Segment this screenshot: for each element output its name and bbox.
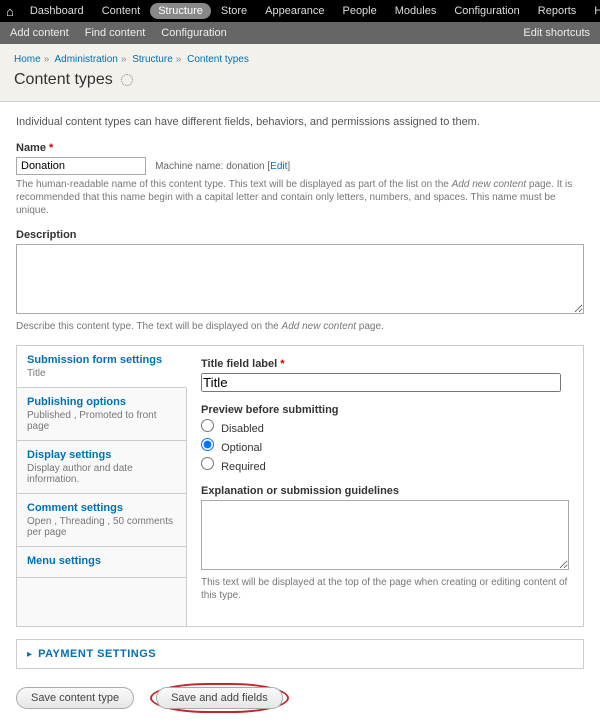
form-actions: Save content type Save and add fields bbox=[16, 683, 584, 713]
preview-before-submitting: Preview before submitting Disabled Optio… bbox=[201, 404, 569, 473]
menu-people[interactable]: People bbox=[334, 3, 384, 19]
description-field: Description Describe this content type. … bbox=[16, 229, 584, 333]
tab-title: Publishing options bbox=[27, 396, 176, 408]
menu-configuration[interactable]: Configuration bbox=[446, 3, 527, 19]
menu-appearance[interactable]: Appearance bbox=[257, 3, 332, 19]
name-help: The human-readable name of this content … bbox=[16, 178, 584, 217]
shortcut-configuration[interactable]: Configuration bbox=[161, 27, 226, 39]
tab-comment-settings[interactable]: Comment settings Open , Threading , 50 c… bbox=[17, 494, 186, 547]
edit-shortcuts-link[interactable]: Edit shortcuts bbox=[523, 27, 590, 39]
shortcut-links: Add content Find content Configuration bbox=[10, 27, 523, 39]
page-title-text: Content types bbox=[14, 71, 113, 89]
preview-option-disabled[interactable]: Disabled bbox=[201, 419, 569, 435]
name-field: Name * Machine name: donation [Edit] The… bbox=[16, 142, 584, 217]
tab-summary: Title bbox=[27, 368, 176, 379]
title-field-label: Title field label * bbox=[201, 358, 569, 370]
caret-right-icon: ▸ bbox=[27, 649, 32, 660]
breadcrumb: Home» Administration» Structure» Content… bbox=[14, 54, 586, 65]
name-label: Name * bbox=[16, 142, 584, 154]
preview-options: Disabled Optional Required bbox=[201, 419, 569, 473]
description-help: Describe this content type. The text wil… bbox=[16, 320, 584, 333]
toolbar-menu: Dashboard Content Structure Store Appear… bbox=[22, 3, 600, 19]
gear-icon[interactable] bbox=[121, 74, 133, 86]
page-title: Content types bbox=[14, 71, 586, 89]
payment-settings-fieldset[interactable]: ▸ PAYMENT SETTINGS bbox=[16, 639, 584, 669]
guidelines-input[interactable] bbox=[201, 500, 569, 570]
vertical-tabs-list: Submission form settings Title Publishin… bbox=[17, 346, 187, 626]
menu-reports[interactable]: Reports bbox=[530, 3, 585, 19]
shortcut-bar: Add content Find content Configuration E… bbox=[0, 22, 600, 44]
description-label: Description bbox=[16, 229, 584, 241]
shortcut-find-content[interactable]: Find content bbox=[85, 27, 146, 39]
title-field-label-item: Title field label * bbox=[201, 358, 569, 392]
preview-option-required[interactable]: Required bbox=[201, 457, 569, 473]
tab-submission-form-settings[interactable]: Submission form settings Title bbox=[17, 346, 187, 388]
guidelines-label: Explanation or submission guidelines bbox=[201, 485, 569, 497]
save-content-type-button[interactable]: Save content type bbox=[16, 687, 134, 709]
save-and-add-fields-button[interactable]: Save and add fields bbox=[156, 687, 283, 709]
guidelines-help: This text will be displayed at the top o… bbox=[201, 576, 569, 602]
tab-summary: Open , Threading , 50 comments per page bbox=[27, 516, 176, 538]
tab-title: Submission form settings bbox=[27, 354, 176, 366]
tab-menu-settings[interactable]: Menu settings bbox=[17, 547, 186, 578]
machine-name: Machine name: donation [Edit] bbox=[155, 161, 290, 172]
tab-title: Menu settings bbox=[27, 555, 176, 567]
breadcrumb-home[interactable]: Home bbox=[14, 54, 41, 65]
menu-dashboard[interactable]: Dashboard bbox=[22, 3, 92, 19]
tab-title: Display settings bbox=[27, 449, 176, 461]
breadcrumb-administration[interactable]: Administration bbox=[54, 54, 117, 65]
intro-text: Individual content types can have differ… bbox=[16, 116, 584, 128]
machine-name-edit-link[interactable]: Edit bbox=[270, 161, 287, 172]
tab-summary: Published , Promoted to front page bbox=[27, 410, 176, 432]
name-input[interactable] bbox=[16, 157, 146, 175]
home-icon[interactable]: ⌂ bbox=[6, 4, 14, 19]
main-content: Individual content types can have differ… bbox=[0, 102, 600, 727]
preview-label: Preview before submitting bbox=[201, 404, 569, 416]
admin-toolbar: ⌂ Dashboard Content Structure Store Appe… bbox=[0, 0, 600, 22]
menu-structure[interactable]: Structure bbox=[150, 3, 211, 19]
description-input[interactable] bbox=[16, 244, 584, 314]
title-field-input[interactable] bbox=[201, 373, 561, 392]
payment-settings-legend: PAYMENT SETTINGS bbox=[38, 648, 156, 660]
menu-modules[interactable]: Modules bbox=[387, 3, 445, 19]
tab-display-settings[interactable]: Display settings Display author and date… bbox=[17, 441, 186, 494]
vertical-tabs: Submission form settings Title Publishin… bbox=[16, 345, 584, 627]
shortcut-add-content[interactable]: Add content bbox=[10, 27, 69, 39]
tab-title: Comment settings bbox=[27, 502, 176, 514]
breadcrumb-structure[interactable]: Structure bbox=[132, 54, 173, 65]
guidelines-item: Explanation or submission guidelines Thi… bbox=[201, 485, 569, 602]
annotation-highlight: Save and add fields bbox=[150, 683, 289, 713]
vertical-tabs-pane: Title field label * Preview before submi… bbox=[187, 346, 583, 626]
menu-store[interactable]: Store bbox=[213, 3, 255, 19]
menu-help[interactable]: Help bbox=[586, 3, 600, 19]
breadcrumb-content-types[interactable]: Content types bbox=[187, 54, 249, 65]
tab-summary: Display author and date information. bbox=[27, 463, 176, 485]
preview-option-optional[interactable]: Optional bbox=[201, 438, 569, 454]
tab-publishing-options[interactable]: Publishing options Published , Promoted … bbox=[17, 388, 186, 441]
menu-content[interactable]: Content bbox=[94, 3, 149, 19]
page-header: Home» Administration» Structure» Content… bbox=[0, 44, 600, 102]
